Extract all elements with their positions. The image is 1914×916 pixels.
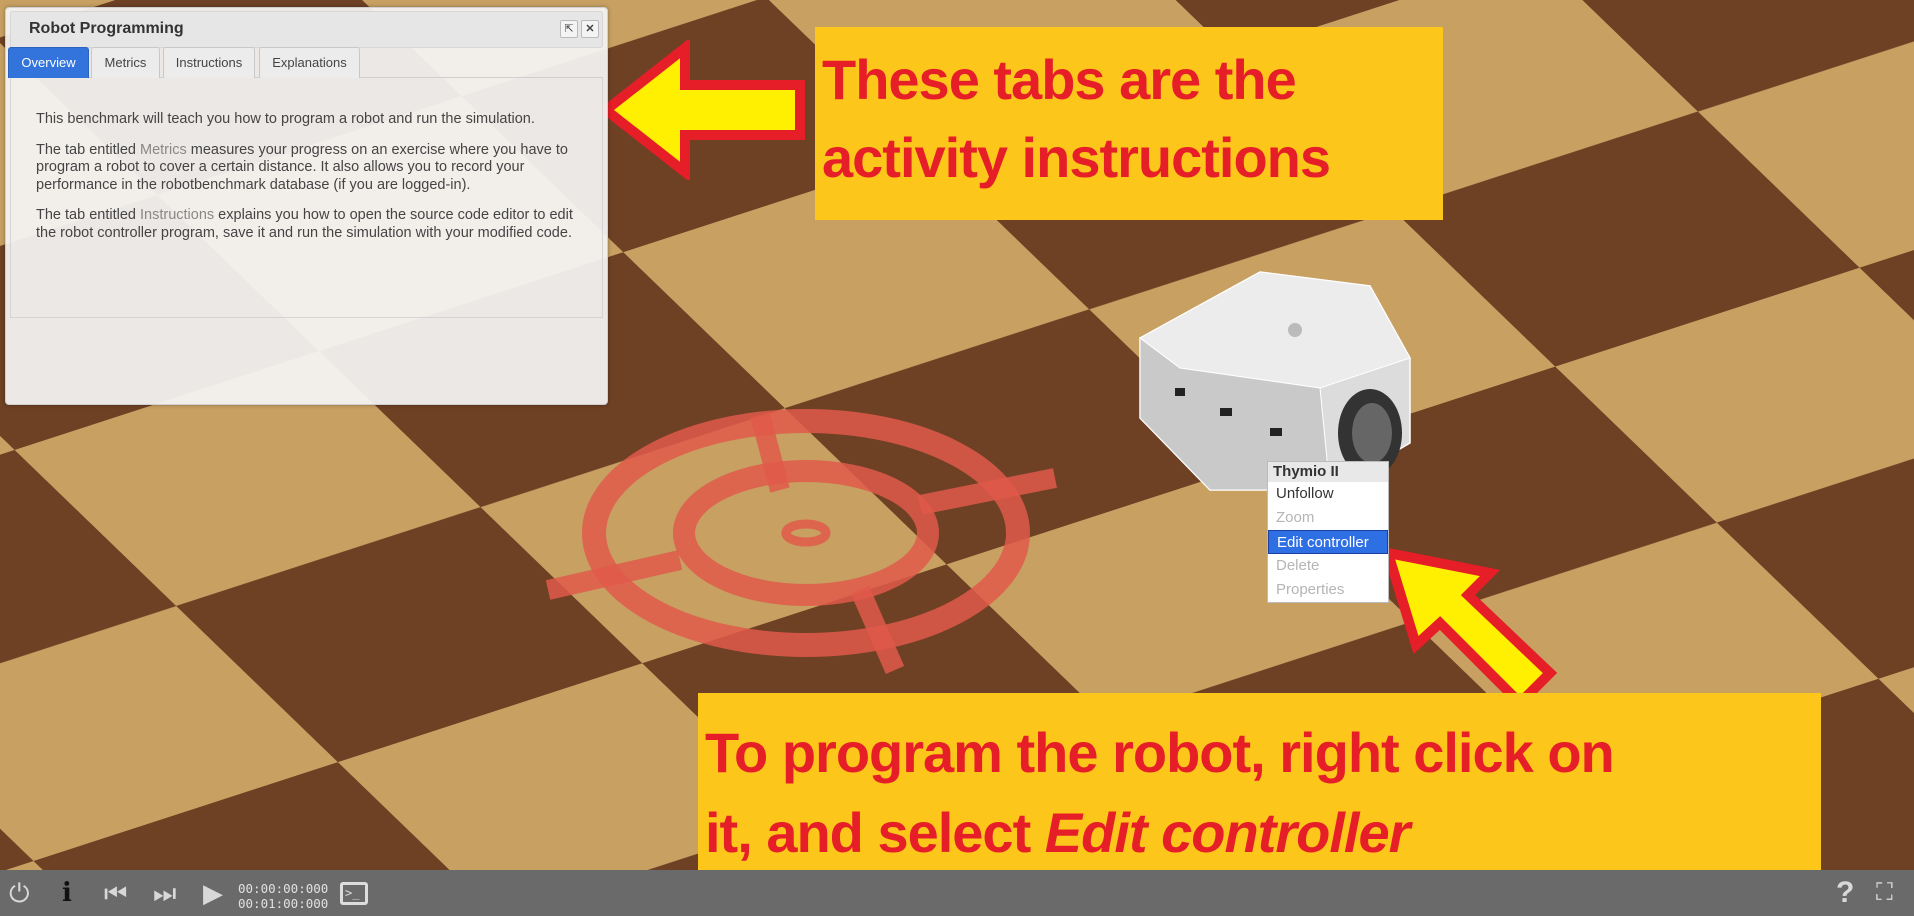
- overview-metrics-paragraph: The tab entitled Metrics measures your p…: [36, 142, 582, 195]
- menu-item-properties: Properties: [1276, 581, 1345, 598]
- emphasis: Edit controller: [1044, 801, 1411, 864]
- simulation-time: 00:00:00:000 00:01:00:000: [238, 881, 328, 911]
- instructions-link[interactable]: Instructions: [140, 207, 214, 223]
- panel-title-bar[interactable]: Robot Programming ⇱ ✕: [10, 11, 603, 48]
- fullscreen-icon[interactable]: ⛶: [1876, 877, 1893, 909]
- metrics-link[interactable]: Metrics: [140, 142, 187, 158]
- text: The tab entitled: [36, 141, 140, 158]
- annotation-line: These tabs are the: [822, 48, 1297, 111]
- text: The tab entitled: [36, 207, 140, 223]
- power-icon[interactable]: ⏻: [9, 877, 30, 909]
- tab-explanations[interactable]: Explanations: [259, 47, 360, 78]
- reset-icon[interactable]: ⏮: [104, 877, 127, 909]
- play-icon[interactable]: ▶: [203, 877, 223, 909]
- annotation-line: it, and select Edit controller: [705, 793, 1821, 873]
- panel-title: Robot Programming: [29, 20, 184, 37]
- max-time: 00:01:00:000: [238, 896, 329, 911]
- menu-item-edit-controller[interactable]: Edit controller: [1268, 530, 1388, 554]
- simulation-toolbar: ⏻ i ⏮ ⏭ ▶ 00:00:00:000 00:01:00:000 >_ ?…: [0, 870, 1914, 916]
- close-icon[interactable]: ✕: [581, 20, 599, 38]
- menu-item-unfollow[interactable]: Unfollow: [1268, 482, 1388, 506]
- context-menu-title: Thymio II: [1268, 462, 1388, 482]
- info-icon[interactable]: i: [62, 877, 72, 909]
- arrow-to-tabs: [600, 40, 805, 180]
- text: it, and select: [705, 801, 1045, 864]
- menu-item-delete: Delete: [1276, 557, 1320, 574]
- console-icon[interactable]: >_: [340, 882, 368, 905]
- tabs-annotation-callout: These tabs are the activity instructions: [815, 27, 1443, 220]
- annotation-line: To program the robot, right click on: [705, 721, 1615, 784]
- tab-bar: Overview Metrics Instructions Explanatio…: [8, 47, 603, 78]
- overview-intro: This benchmark will teach you how to pro…: [36, 111, 535, 127]
- tab-instructions[interactable]: Instructions: [163, 47, 255, 78]
- overview-instructions-paragraph: The tab entitled Instructions explains y…: [36, 207, 582, 242]
- robot-context-menu: Thymio II Unfollow Zoom Edit controller …: [1267, 461, 1389, 603]
- overview-content: This benchmark will teach you how to pro…: [10, 78, 603, 318]
- popout-icon[interactable]: ⇱: [560, 20, 578, 38]
- step-icon[interactable]: ⏭: [153, 877, 176, 909]
- current-time: 00:00:00:000: [238, 881, 329, 896]
- menu-item-zoom: Zoom: [1276, 509, 1315, 526]
- help-icon[interactable]: ?: [1836, 877, 1854, 909]
- edit-controller-annotation-callout: To program the robot, right click on it,…: [698, 693, 1821, 889]
- tab-overview[interactable]: Overview: [8, 47, 89, 78]
- annotation-line: activity instructions: [822, 126, 1331, 189]
- robot-programming-panel: Robot Programming ⇱ ✕ Overview Metrics I…: [5, 7, 608, 405]
- tab-metrics[interactable]: Metrics: [91, 47, 160, 78]
